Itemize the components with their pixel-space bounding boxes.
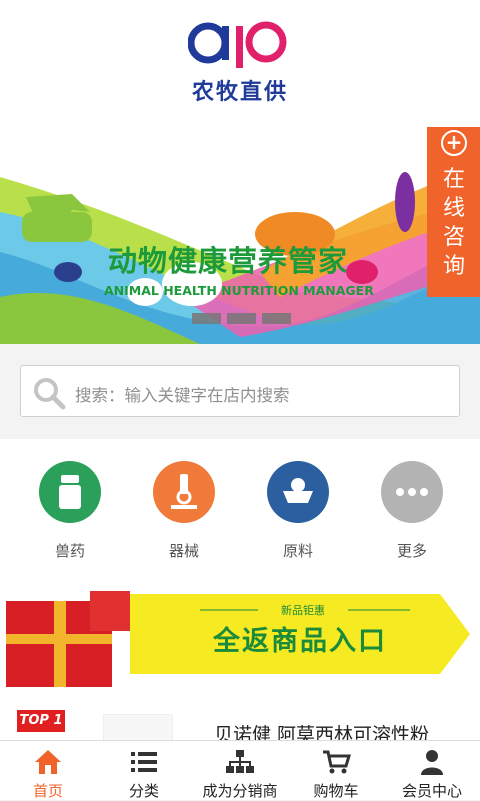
tab-member-label: 会员中心	[401, 782, 462, 800]
cart-icon	[323, 750, 351, 774]
category-equipment-label[interactable]: 器械	[144, 540, 224, 561]
brand-name: 农牧直供	[191, 80, 288, 105]
ap-logo-icon	[188, 21, 287, 68]
plus-circle-icon[interactable]: +	[441, 130, 467, 156]
feed-bowl-icon	[283, 478, 313, 503]
banner-subtitle: ANIMAL HEALTH NUTRITION MANAGER	[104, 283, 374, 298]
more-dots-icon	[396, 488, 428, 496]
top-rank-badge: TOP 1	[17, 710, 65, 732]
banner-title: 动物健康营养管家	[108, 244, 349, 278]
user-icon	[421, 750, 443, 775]
tab-cart[interactable]: 购物车	[288, 740, 384, 800]
online-consult-label[interactable]: 在线咨询	[440, 165, 468, 281]
category-more-button[interactable]	[381, 461, 443, 523]
org-chart-icon	[226, 750, 254, 773]
carousel-dot[interactable]	[262, 313, 291, 324]
category-medicine-label[interactable]: 兽药	[30, 540, 110, 561]
app-header: 农牧直供	[0, 0, 480, 122]
carousel-dot[interactable]	[227, 313, 256, 324]
home-icon	[35, 750, 61, 774]
list-icon	[131, 752, 157, 772]
tab-distributor[interactable]: 成为分销商	[192, 740, 288, 800]
banner-illustration	[0, 167, 480, 344]
product-thumbnail[interactable]	[103, 714, 173, 742]
tab-home-label: 首页	[32, 782, 63, 800]
carousel-dot[interactable]	[192, 313, 221, 324]
tab-cart-label: 购物车	[313, 782, 359, 800]
tab-member[interactable]: 会员中心	[384, 740, 480, 800]
search-icon	[34, 378, 66, 410]
carousel-indicators[interactable]	[192, 313, 291, 324]
category-medicine-button[interactable]	[39, 461, 101, 523]
category-material-button[interactable]	[267, 461, 329, 523]
category-more-label[interactable]: 更多	[372, 540, 452, 561]
tab-home[interactable]: 首页	[0, 740, 96, 800]
tab-category-label: 分类	[128, 782, 159, 800]
promo-entry-link[interactable]: 全返商品入口	[185, 619, 415, 658]
tab-distributor-label: 成为分销商	[202, 782, 278, 800]
promo-tag: 新品钜惠	[281, 604, 325, 617]
search-placeholder[interactable]: 搜索：输入关键字在店内搜索	[75, 382, 290, 406]
hero-banner[interactable]: 动物健康营养管家 ANIMAL HEALTH NUTRITION MANAGER	[0, 122, 480, 344]
category-material-label[interactable]: 原料	[258, 540, 338, 561]
category-equipment-button[interactable]	[153, 461, 215, 523]
tab-category[interactable]: 分类	[96, 740, 192, 800]
medicine-bottle-icon	[59, 475, 81, 509]
microscope-icon	[171, 474, 197, 509]
